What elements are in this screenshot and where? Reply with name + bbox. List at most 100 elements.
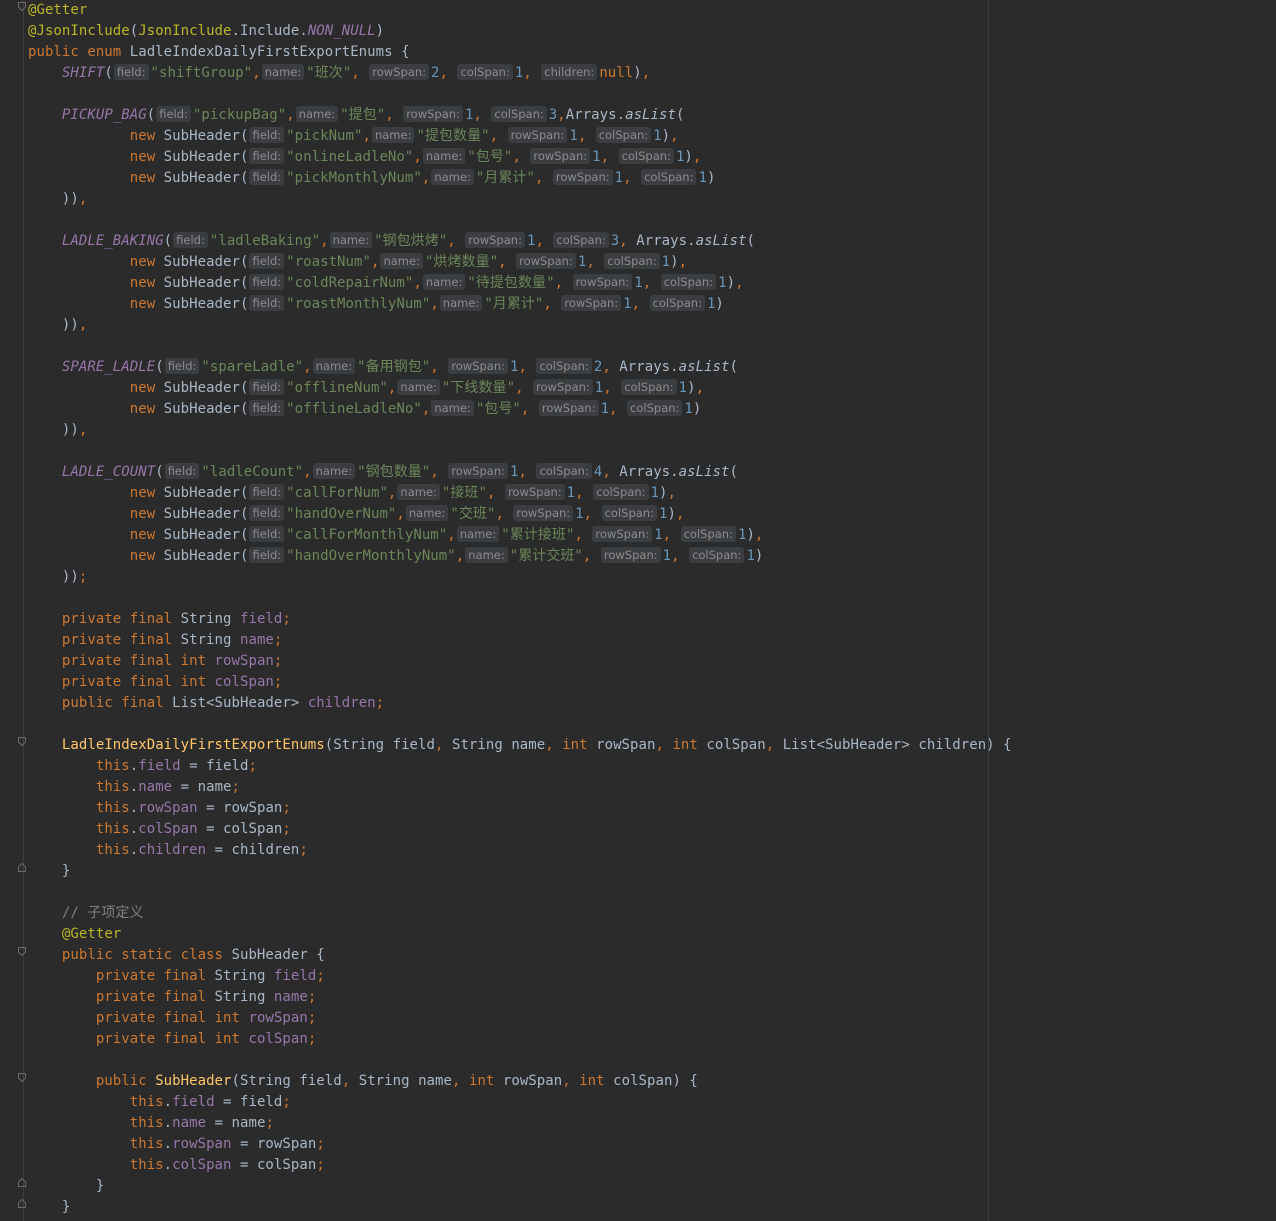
- code-line[interactable]: public static class SubHeader {: [28, 945, 1012, 966]
- code-line[interactable]: new SubHeader(field: "pickMonthlyNum", nam…: [28, 168, 1012, 189]
- fold-icon[interactable]: [18, 2, 26, 11]
- fold-icon[interactable]: [18, 737, 26, 746]
- keyword-token: ;: [273, 653, 283, 669]
- code-line[interactable]: [28, 882, 1012, 903]
- code-line[interactable]: this.colSpan = colSpan;: [28, 819, 1012, 840]
- code-line[interactable]: this.field = field;: [28, 1092, 1012, 1113]
- code-line[interactable]: this.rowSpan = rowSpan;: [28, 1134, 1012, 1155]
- string-literal: "月累计": [475, 170, 535, 186]
- code-line[interactable]: [28, 714, 1012, 735]
- code-line[interactable]: this.colSpan = colSpan;: [28, 1155, 1012, 1176]
- code-text: SubHeader(: [163, 485, 249, 501]
- code-line[interactable]: private final int rowSpan;: [28, 651, 1012, 672]
- code-line[interactable]: this.rowSpan = rowSpan;: [28, 798, 1012, 819]
- parameter-hint: field:: [249, 274, 285, 290]
- code-line[interactable]: private final String field;: [28, 609, 1012, 630]
- fold-icon[interactable]: [18, 1073, 26, 1082]
- keyword-token: new: [129, 401, 164, 417]
- code-line[interactable]: LADLE_BAKING(field: "ladleBaking", name: "钢…: [28, 231, 1012, 252]
- string-literal: "班次": [306, 65, 352, 81]
- code-line[interactable]: @JsonInclude(JsonInclude.Include.NON_NUL…: [28, 21, 1012, 42]
- code-line[interactable]: new SubHeader(field: "onlineLadleNo", name…: [28, 147, 1012, 168]
- code-line[interactable]: public SubHeader(String field, String na…: [28, 1071, 1012, 1092]
- code-line[interactable]: private final String name;: [28, 987, 1012, 1008]
- code-line[interactable]: private final String name;: [28, 630, 1012, 651]
- code-text: Arrays.: [619, 464, 679, 480]
- code-line[interactable]: private final int rowSpan;: [28, 1008, 1012, 1029]
- code-line[interactable]: SHIFT(field: "shiftGroup", name: "班次", rowS…: [28, 63, 1012, 84]
- code-line[interactable]: LadleIndexDailyFirstExportEnums(String f…: [28, 735, 1012, 756]
- code-line[interactable]: @Getter: [28, 0, 1012, 21]
- code-line[interactable]: }: [28, 1197, 1012, 1218]
- code-line[interactable]: public enum LadleIndexDailyFirstExportEn…: [28, 42, 1012, 63]
- code-line[interactable]: [28, 588, 1012, 609]
- code-text: SubHeader(: [163, 527, 249, 543]
- code-line[interactable]: new SubHeader(field: "coldRepairNum", name…: [28, 273, 1012, 294]
- code-line[interactable]: @Getter: [28, 924, 1012, 945]
- number-literal: 3: [548, 107, 558, 123]
- code-line[interactable]: this.children = children;: [28, 840, 1012, 861]
- number-literal: 1: [661, 254, 671, 270]
- code-line[interactable]: this.name = name;: [28, 1113, 1012, 1134]
- code-line[interactable]: // 子项定义: [28, 903, 1012, 924]
- keyword-token: ,: [692, 149, 702, 165]
- code-line[interactable]: new SubHeader(field: "pickNum", name: "提包数量…: [28, 126, 1012, 147]
- code-line[interactable]: }: [28, 861, 1012, 882]
- code-line[interactable]: this.name = name;: [28, 777, 1012, 798]
- code-text: LadleIndexDailyFirstExportEnums {: [129, 44, 410, 60]
- code-line[interactable]: )),: [28, 420, 1012, 441]
- keyword-token: ,: [765, 737, 783, 753]
- parameter-hint: name:: [405, 505, 449, 521]
- keyword-token: ,: [609, 401, 627, 417]
- code-line[interactable]: new SubHeader(field: "callForNum", name: "接…: [28, 483, 1012, 504]
- code-line[interactable]: private final int colSpan;: [28, 672, 1012, 693]
- code-text: (: [146, 107, 156, 123]
- code-line[interactable]: new SubHeader(field: "offlineNum", name: "下…: [28, 378, 1012, 399]
- code-line[interactable]: )),: [28, 189, 1012, 210]
- code-line[interactable]: new SubHeader(field: "roastMonthlyNum", na…: [28, 294, 1012, 315]
- code-line[interactable]: SPARE_LADLE(field: "spareLadle", name: "备用钢…: [28, 357, 1012, 378]
- fold-icon[interactable]: [18, 1178, 26, 1187]
- code-line[interactable]: )),: [28, 315, 1012, 336]
- code-editor[interactable]: @Getter @JsonInclude(JsonInclude.Include.…: [28, 0, 1012, 1218]
- code-line[interactable]: new SubHeader(field: "callForMonthlyNum",…: [28, 525, 1012, 546]
- code-text: ): [661, 128, 671, 144]
- code-line[interactable]: LADLE_COUNT(field: "ladleCount", name: "钢包数…: [28, 462, 1012, 483]
- keyword-token: private final: [95, 968, 215, 984]
- code-line[interactable]: PICKUP_BAG(field: "pickupBag", name: "提包", …: [28, 105, 1012, 126]
- keyword-token: ,: [623, 170, 641, 186]
- code-line[interactable]: public final List<SubHeader> children;: [28, 693, 1012, 714]
- keyword-token: new: [129, 254, 164, 270]
- code-line[interactable]: new SubHeader(field: "offlineLadleNo", nam…: [28, 399, 1012, 420]
- code-line[interactable]: new SubHeader(field: "roastNum", name: "烘烤数…: [28, 252, 1012, 273]
- code-line[interactable]: ));: [28, 567, 1012, 588]
- parameter-hint: colSpan:: [618, 148, 674, 164]
- code-line[interactable]: private final String field;: [28, 966, 1012, 987]
- fold-icon[interactable]: [18, 1199, 26, 1208]
- code-line[interactable]: private final int colSpan;: [28, 1029, 1012, 1050]
- string-literal: "烘烤数量": [424, 254, 499, 270]
- fold-icon[interactable]: [18, 947, 26, 956]
- code-line[interactable]: new SubHeader(field: "handOverNum", name: "…: [28, 504, 1012, 525]
- code-text: ): [667, 506, 676, 522]
- string-literal: "pickMonthlyNum": [286, 170, 422, 186]
- code-text: .: [129, 842, 139, 858]
- code-line[interactable]: new SubHeader(field: "handOverMonthlyNum"…: [28, 546, 1012, 567]
- code-line[interactable]: }: [28, 1176, 1012, 1197]
- keyword-token: ,: [662, 527, 680, 543]
- code-line[interactable]: this.field = field;: [28, 756, 1012, 777]
- code-line[interactable]: [28, 210, 1012, 231]
- code-line[interactable]: [28, 84, 1012, 105]
- parameter-hint: rowSpan:: [403, 106, 463, 122]
- fold-icon[interactable]: [18, 863, 26, 872]
- code-line[interactable]: [28, 1050, 1012, 1071]
- code-text: String: [214, 968, 274, 984]
- parameter-hint: field:: [164, 358, 200, 374]
- code-line[interactable]: [28, 336, 1012, 357]
- code-line[interactable]: [28, 441, 1012, 462]
- keyword-token: this: [95, 800, 130, 816]
